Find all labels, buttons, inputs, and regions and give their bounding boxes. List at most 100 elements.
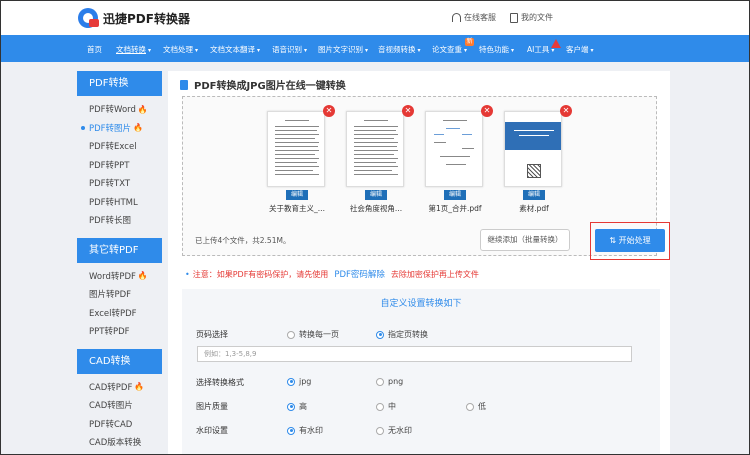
sidebar-item-image-to-pdf[interactable]: 图片转PDF bbox=[77, 285, 162, 304]
chevron-down-icon: ▾ bbox=[257, 47, 261, 54]
logo[interactable]: 迅捷PDF转换器 bbox=[78, 8, 190, 28]
customer-service-label: 在线客服 bbox=[464, 13, 496, 22]
nav-client[interactable]: 客户端 ▾ bbox=[566, 44, 594, 55]
radio-watermark-off[interactable]: 无水印 bbox=[376, 425, 412, 436]
nav-doc-process[interactable]: 文档处理 ▾ bbox=[163, 44, 198, 55]
file-name: 关于教育主义_... bbox=[269, 204, 325, 213]
start-button-highlight: ⇅ 开始处理 bbox=[590, 222, 670, 260]
fire-icon: 🔥 bbox=[133, 123, 144, 133]
sidebar-item-cad-to-pdf[interactable]: CAD转PDF 🔥 bbox=[77, 378, 162, 397]
radio-circle bbox=[376, 426, 384, 435]
nav-ai-tools[interactable]: AI工具 ▾ bbox=[527, 39, 561, 55]
logo-icon bbox=[78, 8, 99, 28]
radio-quality-low[interactable]: 低 bbox=[466, 401, 486, 412]
file-preview bbox=[425, 111, 483, 187]
add-files-button[interactable]: 继续添加（批量转换） bbox=[480, 229, 570, 251]
bullet-icon: • bbox=[185, 269, 190, 279]
delete-file-button[interactable]: ✕ bbox=[481, 105, 493, 117]
document-icon bbox=[510, 12, 518, 23]
sidebar-item-pdf-to-long-image[interactable]: PDF转长图 bbox=[77, 211, 162, 230]
sidebar-item-pdf-to-excel[interactable]: PDF转Excel bbox=[77, 137, 162, 156]
file-thumb: ✕ 编辑 第1页_合并.pdf bbox=[425, 105, 493, 214]
file-preview bbox=[267, 111, 325, 187]
sidebar-item-cad-version[interactable]: CAD版本转换 bbox=[77, 433, 162, 452]
format-label: 选择转换格式 bbox=[196, 378, 244, 387]
edit-button[interactable]: 编辑 bbox=[444, 190, 466, 200]
file-preview bbox=[346, 111, 404, 187]
page-range-input[interactable]: 例如：1,3-5,8,9 bbox=[197, 346, 632, 362]
fire-icon: 🔥 bbox=[134, 382, 145, 392]
delete-file-button[interactable]: ✕ bbox=[402, 105, 414, 117]
radio-circle-selected bbox=[287, 402, 295, 411]
chevron-down-icon: ▾ bbox=[304, 47, 308, 54]
watermark-label: 水印设置 bbox=[196, 426, 228, 435]
radio-format-jpg[interactable]: jpg bbox=[287, 377, 311, 386]
nav-image-ocr[interactable]: 图片文字识别 ▾ bbox=[318, 44, 368, 55]
file-thumb: ✕ 编辑 社会角度视角... bbox=[346, 105, 414, 214]
edit-button[interactable]: 编辑 bbox=[365, 190, 387, 200]
delete-file-button[interactable]: ✕ bbox=[560, 105, 572, 117]
radio-quality-high[interactable]: 高 bbox=[287, 401, 307, 412]
sidebar-item-pdf-to-cad[interactable]: PDF转CAD bbox=[77, 415, 162, 434]
sidebar-item-pdf-to-ppt[interactable]: PDF转PPT bbox=[77, 156, 162, 175]
chevron-down-icon: ▾ bbox=[590, 47, 594, 54]
radio-watermark-on[interactable]: 有水印 bbox=[287, 425, 323, 436]
nav-special-features[interactable]: 特色功能 ▾ bbox=[479, 44, 514, 55]
nav-paper-check[interactable]: 论文查重 ▾ 新 bbox=[432, 38, 475, 55]
sidebar-head-other-to-pdf: 其它转PDF bbox=[77, 237, 162, 263]
radio-format-png[interactable]: png bbox=[376, 377, 403, 386]
sidebar-item-excel-to-pdf[interactable]: Excel转PDF bbox=[77, 304, 162, 323]
file-preview bbox=[504, 111, 562, 187]
radio-quality-mid[interactable]: 中 bbox=[376, 401, 396, 412]
top-links: 在线客服 我的文件 bbox=[452, 12, 553, 23]
chevron-down-icon: ▾ bbox=[148, 47, 152, 54]
customer-service-link[interactable]: 在线客服 bbox=[452, 12, 496, 23]
sidebar-item-pdf-to-word[interactable]: PDF转Word 🔥 bbox=[77, 100, 162, 119]
start-processing-button[interactable]: ⇅ 开始处理 bbox=[595, 229, 665, 252]
edit-button[interactable]: 编辑 bbox=[523, 190, 545, 200]
settings-panel: 自定义设置转换如下 页码选择 转换每一页 指定页转换 例如：1,3-5,8,9 … bbox=[182, 289, 660, 455]
chevron-down-icon: ▾ bbox=[195, 47, 199, 54]
sidebar-item-ppt-to-pdf[interactable]: PPT转PDF bbox=[77, 322, 162, 341]
radio-circle bbox=[376, 402, 384, 411]
pdf-unlock-link[interactable]: PDF密码解除 bbox=[334, 268, 385, 280]
my-files-link[interactable]: 我的文件 bbox=[510, 12, 553, 23]
nav-doc-translate[interactable]: 文档文本翻译 ▾ bbox=[210, 44, 260, 55]
upload-area[interactable]: ✕ 编辑 关于教育主义_... ✕ 编辑 社会角度视角... ✕ 编辑 第1页_… bbox=[182, 96, 670, 260]
nav-speech-recognition[interactable]: 语音识别 ▾ bbox=[272, 44, 307, 55]
warning-icon bbox=[551, 39, 561, 48]
fire-icon: 🔥 bbox=[137, 104, 148, 114]
sidebar-item-word-to-pdf[interactable]: Word转PDF 🔥 bbox=[77, 267, 162, 286]
radio-circle-selected bbox=[287, 377, 295, 386]
sidebar-item-pdf-to-txt[interactable]: PDF转TXT bbox=[77, 174, 162, 193]
my-files-label: 我的文件 bbox=[521, 13, 553, 22]
sidebar-head-pdf-convert: PDF转换 bbox=[77, 71, 162, 96]
file-name: 素材.pdf bbox=[519, 204, 549, 213]
sidebar-item-cad-to-image[interactable]: CAD转图片 bbox=[77, 396, 162, 415]
sidebar-item-pdf-to-html[interactable]: PDF转HTML bbox=[77, 193, 162, 212]
sidebar-item-pdf-to-image[interactable]: PDF转图片 🔥 bbox=[77, 119, 162, 138]
nav-home[interactable]: 首页 bbox=[87, 44, 102, 55]
chevron-down-icon: ▾ bbox=[464, 47, 468, 54]
radio-circle bbox=[466, 402, 474, 411]
chevron-down-icon: ▾ bbox=[511, 47, 515, 54]
upload-summary: 已上传4个文件，共2.51M。 bbox=[195, 236, 291, 245]
file-icon bbox=[180, 79, 188, 90]
app-name: 迅捷PDF转换器 bbox=[103, 11, 190, 26]
radio-specified-pages[interactable]: 指定页转换 bbox=[376, 329, 428, 340]
nav-doc-convert[interactable]: 文档转换 ▾ bbox=[116, 44, 151, 55]
sidebar-head-cad-convert: CAD转换 bbox=[77, 348, 162, 374]
radio-convert-each-page[interactable]: 转换每一页 bbox=[287, 329, 339, 340]
edit-button[interactable]: 编辑 bbox=[286, 190, 308, 200]
sidebar: PDF转换 PDF转Word 🔥 PDF转图片 🔥 PDF转Excel PDF转PP… bbox=[77, 71, 162, 452]
radio-circle-selected bbox=[287, 426, 295, 435]
delete-file-button[interactable]: ✕ bbox=[323, 105, 335, 117]
swap-icon: ⇅ bbox=[609, 236, 619, 245]
page-select-label: 页码选择 bbox=[196, 330, 228, 339]
fire-icon: 🔥 bbox=[137, 271, 148, 281]
headset-icon bbox=[452, 13, 461, 22]
chevron-down-icon: ▾ bbox=[551, 47, 555, 54]
nav-av-convert[interactable]: 音视频转换 ▾ bbox=[378, 44, 421, 55]
new-badge: 新 bbox=[465, 38, 475, 46]
page-title-text: PDF转换成JPG图片在线一键转换 bbox=[194, 81, 346, 92]
